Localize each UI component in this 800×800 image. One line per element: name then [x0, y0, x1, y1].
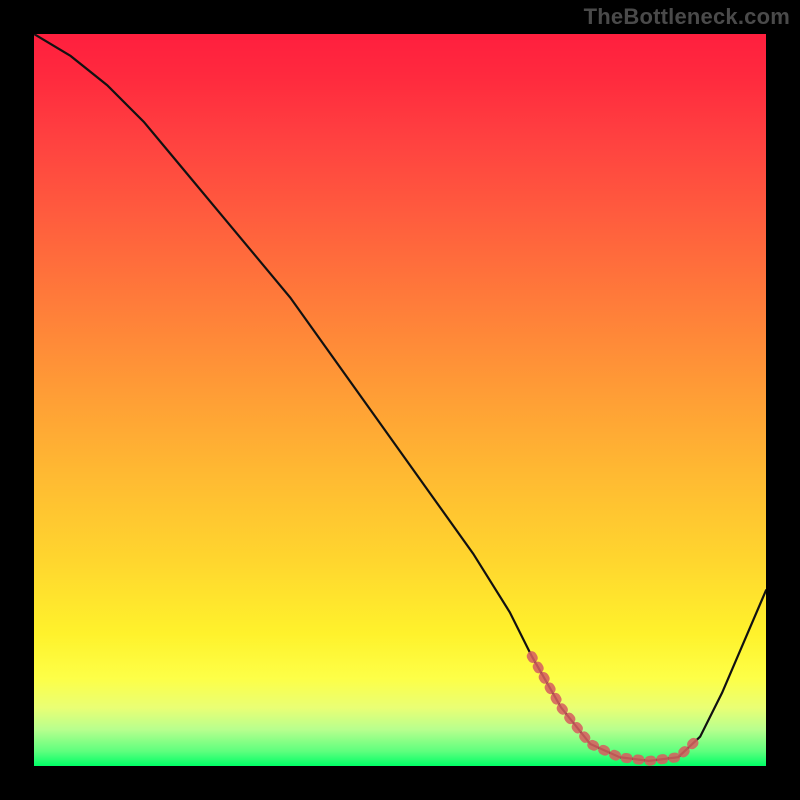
chart-root: TheBottleneck.com: [0, 0, 800, 800]
watermark-label: TheBottleneck.com: [584, 4, 790, 30]
curve-svg: [34, 34, 766, 766]
plot-area: [34, 34, 766, 766]
bottleneck-curve-optimal-zone: [532, 656, 700, 761]
bottleneck-curve: [34, 34, 766, 761]
